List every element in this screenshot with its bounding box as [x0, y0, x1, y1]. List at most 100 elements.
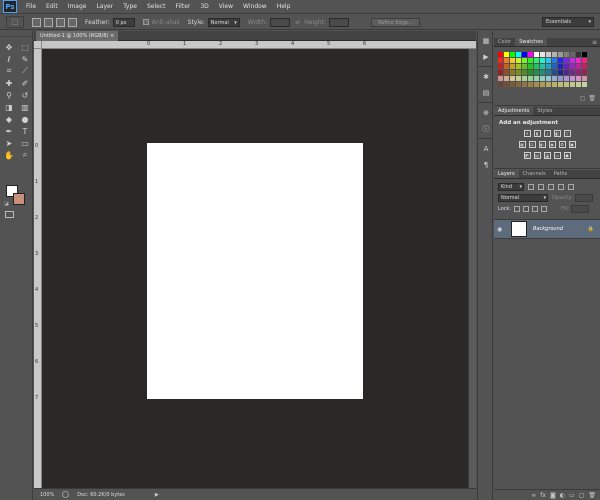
gradient-map-icon[interactable]: ▭	[553, 152, 561, 159]
swatch[interactable]	[564, 76, 569, 81]
layer-name[interactable]: Background	[533, 226, 563, 232]
swatch[interactable]	[582, 70, 587, 75]
swatch[interactable]	[528, 70, 533, 75]
swatch[interactable]	[564, 64, 569, 69]
menu-layer[interactable]: Layer	[91, 3, 118, 10]
curves-icon[interactable]: ∫	[543, 130, 551, 137]
type-tool-icon[interactable]: T	[18, 125, 32, 137]
close-icon[interactable]: ×	[110, 33, 114, 39]
swatch[interactable]	[498, 70, 503, 75]
document-canvas[interactable]	[147, 143, 363, 399]
intersect-selection-icon[interactable]	[68, 17, 77, 27]
swatch[interactable]	[540, 82, 545, 87]
history-panel-icon[interactable]: ▦	[479, 34, 493, 47]
swatch[interactable]	[504, 52, 509, 57]
height-input[interactable]	[329, 17, 350, 27]
swatch[interactable]	[546, 64, 551, 69]
swatch[interactable]	[558, 52, 563, 57]
swatch[interactable]	[534, 76, 539, 81]
swatch[interactable]	[510, 58, 515, 63]
swatch[interactable]	[552, 76, 557, 81]
swatch[interactable]	[534, 70, 539, 75]
swatch[interactable]	[534, 64, 539, 69]
pen-tool-icon[interactable]: ✒	[2, 125, 16, 137]
swatch[interactable]	[522, 82, 527, 87]
tab-styles[interactable]: Styles	[533, 107, 556, 115]
tab-swatches[interactable]: Swatches	[515, 38, 547, 46]
swatch[interactable]	[552, 64, 557, 69]
swatch[interactable]	[570, 70, 575, 75]
healing-brush-tool-icon[interactable]: ✚	[2, 77, 16, 89]
trash-icon[interactable]: 🗑	[588, 95, 596, 102]
marquee-tool-icon[interactable]: ⬚	[18, 41, 32, 53]
lock-pixels-icon[interactable]	[523, 206, 530, 212]
swatch[interactable]	[576, 70, 581, 75]
swatch[interactable]	[540, 76, 545, 81]
swatch[interactable]	[546, 82, 551, 87]
zoom-level[interactable]: 100%	[40, 492, 54, 498]
ruler-origin[interactable]	[34, 41, 42, 49]
swatch[interactable]	[582, 82, 587, 87]
swatch[interactable]	[522, 70, 527, 75]
black-white-icon[interactable]: ◐	[538, 141, 546, 148]
swatch[interactable]	[564, 82, 569, 87]
new-group-icon[interactable]: ▭	[569, 492, 575, 499]
swatch[interactable]	[582, 52, 587, 57]
swatch[interactable]	[504, 58, 509, 63]
swatch[interactable]	[546, 52, 551, 57]
swatch[interactable]	[528, 58, 533, 63]
vibrance-icon[interactable]: ▽	[563, 130, 571, 137]
swatch[interactable]	[540, 70, 545, 75]
gradient-tool-icon[interactable]: ▥	[18, 101, 32, 113]
swatch[interactable]	[552, 52, 557, 57]
threshold-icon[interactable]: ◪	[543, 152, 551, 159]
tool-preset-picker[interactable]: ⬚	[6, 16, 24, 28]
blur-tool-icon[interactable]: ◆	[2, 113, 16, 125]
menu-type[interactable]: Type	[118, 3, 142, 10]
swatch[interactable]	[498, 76, 503, 81]
adjustment-layer-icon[interactable]: ◐	[560, 492, 565, 499]
menu-filter[interactable]: Filter	[171, 3, 196, 10]
brightness-contrast-icon[interactable]: ☀	[523, 130, 531, 137]
vertical-scrollbar[interactable]	[468, 49, 476, 488]
menu-window[interactable]: Window	[238, 3, 272, 10]
tab-color[interactable]: Color	[494, 38, 515, 46]
new-layer-icon[interactable]: ▢	[579, 492, 585, 499]
channel-mixer-icon[interactable]: ♻	[558, 141, 566, 148]
swatch[interactable]	[570, 76, 575, 81]
status-menu-arrow-icon[interactable]: ▶	[155, 492, 159, 498]
menu-edit[interactable]: Edit	[41, 3, 63, 10]
eyedropper-tool-icon[interactable]: ⟋	[18, 65, 32, 77]
swatch[interactable]	[534, 58, 539, 63]
swatch[interactable]	[504, 82, 509, 87]
clone-source-icon[interactable]: ⊕	[479, 106, 493, 119]
swatch[interactable]	[558, 76, 563, 81]
swatch[interactable]	[498, 58, 503, 63]
layer-mask-icon[interactable]: ◙	[550, 492, 556, 499]
swatch[interactable]	[540, 64, 545, 69]
paragraph-panel-icon[interactable]: ¶	[479, 158, 493, 171]
photo-filter-icon[interactable]: ◉	[548, 141, 556, 148]
swatch[interactable]	[546, 76, 551, 81]
swatch[interactable]	[516, 76, 521, 81]
lasso-tool-icon[interactable]: ℓ	[2, 53, 16, 65]
width-input[interactable]	[270, 17, 291, 27]
info-panel-icon[interactable]: ⓘ	[479, 122, 493, 135]
swatch[interactable]	[570, 52, 575, 57]
add-selection-icon[interactable]	[44, 17, 53, 27]
new-selection-icon[interactable]	[32, 17, 41, 27]
menu-3d[interactable]: 3D	[195, 3, 213, 10]
swatch[interactable]	[528, 76, 533, 81]
swatch[interactable]	[546, 70, 551, 75]
swatch[interactable]	[558, 58, 563, 63]
swatch[interactable]	[516, 58, 521, 63]
swatch[interactable]	[582, 76, 587, 81]
shape-filter-icon[interactable]	[558, 183, 564, 190]
swatch[interactable]	[576, 52, 581, 57]
character-panel-icon[interactable]: A	[479, 142, 493, 155]
visibility-eye-icon[interactable]: ◉	[497, 226, 507, 233]
menu-view[interactable]: View	[214, 3, 238, 10]
type-filter-icon[interactable]	[548, 183, 554, 190]
swatch[interactable]	[582, 64, 587, 69]
status-info-icon[interactable]	[62, 491, 70, 498]
